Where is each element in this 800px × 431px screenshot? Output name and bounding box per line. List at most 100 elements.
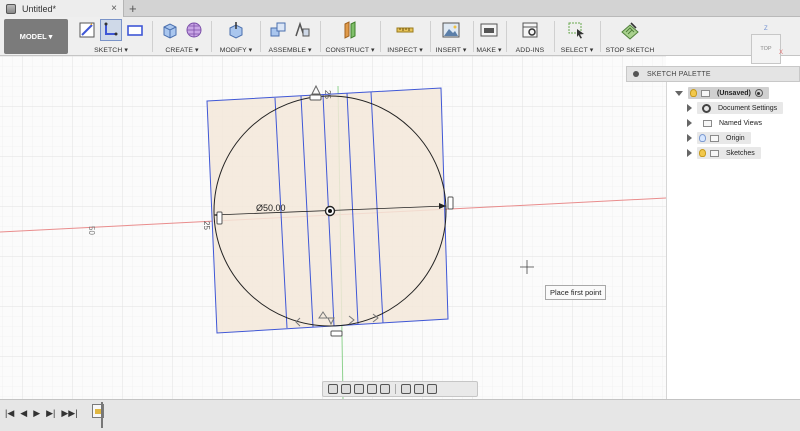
- view-cube-face[interactable]: TOP: [760, 46, 771, 52]
- offset-plane-icon[interactable]: [340, 20, 360, 40]
- tab-bar: Untitled* × +: [0, 0, 800, 17]
- browser-item-sketches[interactable]: Sketches: [697, 147, 761, 159]
- create-group[interactable]: CREATE ▾: [156, 17, 208, 56]
- display-settings-icon[interactable]: [401, 384, 411, 394]
- browser-root[interactable]: (Unsaved): [675, 87, 769, 99]
- create-group-label: CREATE ▾: [165, 47, 199, 54]
- browser-item-named-views[interactable]: Named Views: [697, 117, 768, 129]
- create-sketch-icon[interactable]: [77, 20, 97, 40]
- visibility-bulb-icon[interactable]: [690, 89, 697, 97]
- inspect-group-label: INSPECT ▾: [387, 47, 423, 54]
- scripts-addins-icon[interactable]: [520, 20, 540, 40]
- timeline-marker[interactable]: [101, 402, 103, 428]
- document-tab-label: Untitled*: [22, 3, 57, 14]
- view-cube-axis-x: X: [779, 50, 784, 56]
- canvas-drawing: Ø50.00 25 25 50: [0, 56, 666, 399]
- expand-toggle-icon[interactable]: [675, 90, 683, 96]
- timeline-back-button[interactable]: ◀: [20, 408, 27, 418]
- palette-collapse-icon[interactable]: [633, 71, 639, 77]
- browser-item-label: Origin: [726, 134, 745, 142]
- constraint-glyph: [330, 330, 343, 337]
- insert-group-label: INSERT ▾: [435, 47, 467, 54]
- sketch-palette-title: SKETCH PALETTE: [647, 70, 711, 78]
- timeline-forward-button[interactable]: ▶|: [46, 408, 55, 418]
- expand-toggle-icon[interactable]: [687, 149, 692, 157]
- select-icon[interactable]: [567, 20, 587, 40]
- zoom-icon[interactable]: [367, 384, 377, 394]
- inspect-group[interactable]: INSPECT ▾: [382, 17, 428, 56]
- viewports-icon[interactable]: [427, 384, 437, 394]
- measure-icon[interactable]: [395, 20, 415, 40]
- grid-settings-icon[interactable]: [414, 384, 424, 394]
- expand-toggle-icon[interactable]: [687, 104, 692, 112]
- folder-icon: [710, 134, 719, 142]
- browser-panel: (Unsaved) Document Settings Named Views …: [666, 82, 800, 399]
- insert-image-icon[interactable]: [441, 20, 461, 40]
- visibility-bulb-icon[interactable]: [699, 134, 706, 142]
- construct-group-label: CONSTRUCT ▾: [325, 47, 375, 54]
- browser-row-named-views[interactable]: Named Views: [687, 117, 768, 129]
- addins-group[interactable]: ADD-INS: [508, 17, 552, 56]
- dimension-label-left: 25: [202, 221, 211, 230]
- select-group[interactable]: SELECT ▾: [556, 17, 598, 56]
- workspace-switcher-button[interactable]: MODEL ▾: [4, 19, 68, 54]
- folder-icon: [703, 119, 712, 127]
- expand-toggle-icon[interactable]: [687, 134, 692, 142]
- toolbar-divider: [600, 21, 601, 52]
- make-group[interactable]: MAKE ▾: [474, 17, 504, 56]
- assemble-group[interactable]: ASSEMBLE ▾: [262, 17, 318, 56]
- activate-radio-icon[interactable]: [754, 89, 763, 97]
- view-cube[interactable]: TOP: [751, 34, 781, 64]
- visibility-bulb-icon[interactable]: [699, 149, 706, 157]
- timeline-end-button[interactable]: ▶▶|: [61, 408, 77, 418]
- press-pull-icon[interactable]: [226, 20, 246, 40]
- browser-item-unsaved[interactable]: (Unsaved): [688, 87, 769, 99]
- constraint-glyph: [309, 94, 322, 101]
- form-icon[interactable]: [184, 20, 204, 40]
- new-component-icon[interactable]: [268, 20, 288, 40]
- extrude-icon[interactable]: [160, 20, 180, 40]
- pan-icon[interactable]: [354, 384, 364, 394]
- sketch-palette[interactable]: SKETCH PALETTE: [626, 66, 800, 82]
- browser-item-label: (Unsaved): [717, 89, 751, 97]
- diameter-dimension-label[interactable]: Ø50.00: [256, 203, 286, 213]
- browser-item-document-settings[interactable]: Document Settings: [697, 102, 784, 114]
- timeline-play-button[interactable]: ▶: [33, 408, 40, 418]
- stop-sketch-icon[interactable]: [620, 20, 640, 40]
- stop-sketch-label: STOP SKETCH: [605, 47, 655, 54]
- browser-row-document-settings[interactable]: Document Settings: [687, 102, 784, 114]
- component-icon: [701, 89, 710, 97]
- joint-icon[interactable]: [292, 20, 312, 40]
- insert-group[interactable]: INSERT ▾: [431, 17, 471, 56]
- modify-group[interactable]: MODIFY ▾: [214, 17, 258, 56]
- fit-icon[interactable]: [380, 384, 390, 394]
- look-at-icon[interactable]: [341, 384, 351, 394]
- browser-item-origin[interactable]: Origin: [697, 132, 751, 144]
- gear-icon: [702, 103, 711, 113]
- sketch-group[interactable]: SKETCH ▾: [74, 17, 148, 56]
- toolbar-divider: [260, 21, 261, 52]
- rectangle-tool-icon[interactable]: [125, 20, 145, 40]
- expand-toggle-icon[interactable]: [687, 119, 692, 127]
- cursor-tooltip: Place first point: [545, 285, 607, 300]
- toolbar-divider: [152, 21, 153, 52]
- 3d-print-icon[interactable]: [479, 20, 499, 40]
- browser-row-sketches[interactable]: Sketches: [687, 147, 761, 159]
- timeline-start-button[interactable]: |◀: [5, 408, 14, 418]
- browser-row-origin[interactable]: Origin: [687, 132, 751, 144]
- construct-group[interactable]: CONSTRUCT ▾: [322, 17, 378, 56]
- sketch-group-label: SKETCH ▾: [94, 47, 128, 54]
- view-cube-axis-z: Z: [764, 26, 768, 32]
- add-tab-button[interactable]: +: [129, 0, 137, 17]
- sketch-canvas[interactable]: Ø50.00 25 25 50: [0, 56, 666, 399]
- toolbar-divider: [211, 21, 212, 52]
- constraint-glyph: [447, 196, 454, 210]
- center-point-dot: [328, 209, 332, 213]
- browser-item-label: Document Settings: [718, 104, 778, 112]
- stop-sketch-group[interactable]: STOP SKETCH: [602, 17, 658, 56]
- document-tab[interactable]: Untitled* ×: [0, 0, 124, 17]
- navigation-bar: [322, 381, 478, 397]
- orbit-icon[interactable]: [328, 384, 338, 394]
- line-tool-icon[interactable]: [100, 19, 122, 41]
- close-icon[interactable]: ×: [111, 3, 117, 14]
